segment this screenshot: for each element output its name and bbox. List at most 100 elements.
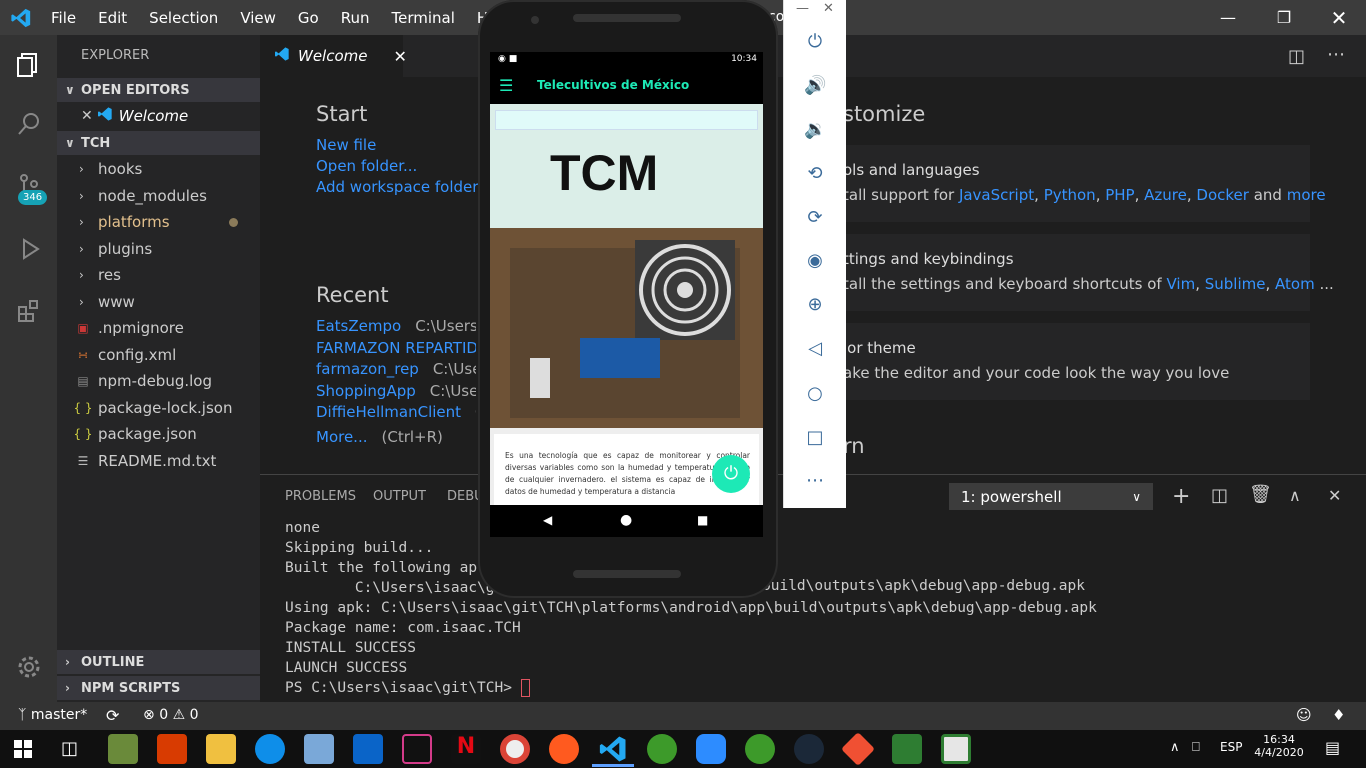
explorer-icon[interactable] [0,35,57,93]
tree-item-file[interactable]: { } package.json [57,421,260,447]
chart-app-taskbar-icon[interactable] [892,734,922,764]
home-nav-icon[interactable]: ● [620,512,632,528]
color-theme-card[interactable]: lor theme ake the editor and your code l… [834,323,1310,400]
task-view-icon[interactable]: ◫ [61,738,78,759]
close-panel-icon[interactable]: ✕ [1328,486,1341,505]
tree-item-folder[interactable]: › res [57,262,260,288]
sync-icon[interactable]: ⟳ [106,706,119,725]
zoom-taskbar-icon[interactable] [696,734,726,764]
new-file-link[interactable]: New file [316,136,376,154]
settings-gear-icon[interactable] [0,638,57,696]
php-link[interactable]: PHP [1105,186,1134,204]
new-terminal-icon[interactable]: + [1172,484,1190,509]
hamburger-menu-icon[interactable]: ☰ [499,76,513,95]
home-icon[interactable]: ○ [804,383,826,405]
app-window-taskbar-icon[interactable] [941,734,971,764]
spring-taskbar-icon[interactable] [745,734,775,764]
recent-project-link[interactable]: farmazon_rep [316,360,419,378]
menu-view[interactable]: View [229,9,287,27]
menu-file[interactable]: File [40,9,87,27]
volume-up-icon[interactable]: 🔊 [804,75,826,97]
emulator-minimize-icon[interactable]: — [796,1,809,16]
menu-go[interactable]: Go [287,9,330,27]
menu-run[interactable]: Run [330,9,381,27]
menu-edit[interactable]: Edit [87,9,138,27]
vscode-taskbar-icon[interactable] [598,734,628,764]
outline-header[interactable]: › OUTLINE [57,650,260,674]
action-center-icon[interactable]: ▤ [1325,738,1340,757]
tree-item-file[interactable]: ∺ config.xml [57,342,260,368]
zoom-icon[interactable]: ⊕ [804,294,826,316]
recents-nav-icon[interactable]: ■ [697,513,708,527]
project-header[interactable]: ∨ TCH [57,131,260,155]
docker-link[interactable]: Docker [1196,186,1249,204]
tree-item-folder[interactable]: › node_modules [57,183,260,209]
close-tab-icon[interactable]: ✕ [394,47,407,66]
emulator-close-icon[interactable]: ✕ [823,1,834,16]
windows-start-icon[interactable] [14,740,32,758]
open-editor-item[interactable]: ✕ Welcome [57,103,260,129]
tree-item-file[interactable]: ▤ npm-debug.log [57,368,260,394]
recent-project-link[interactable]: DiffieHellmanClient [316,403,461,421]
power-icon[interactable]: ⏻ [804,31,826,53]
close-window-button[interactable]: ✕ [1316,0,1362,35]
maximize-button[interactable]: ❐ [1261,0,1307,35]
tree-item-folder[interactable]: › hooks [57,156,260,182]
more-actions-icon[interactable]: ⋯ [1327,44,1345,65]
recent-project-link[interactable]: EatsZempo [316,317,401,335]
add-workspace-folder-link[interactable]: Add workspace folder... [316,178,491,196]
search-icon[interactable] [0,95,57,153]
sublime-link[interactable]: Sublime [1205,275,1266,293]
mongodb-taskbar-icon[interactable] [647,734,677,764]
recent-project-link[interactable]: FARMAZON REPARTIDO [316,339,476,357]
azure-link[interactable]: Azure [1144,186,1187,204]
problems-indicator[interactable]: ⊗ 0 ⚠ 0 [143,707,199,723]
more-languages-link[interactable]: more [1287,186,1326,204]
tree-item-folder[interactable]: › platforms [57,209,260,235]
rotate-left-icon[interactable]: ⟲ [804,163,826,185]
tree-item-folder[interactable]: › plugins [57,236,260,262]
open-editors-header[interactable]: ∨ OPEN EDITORS [57,78,260,102]
python-link[interactable]: Python [1044,186,1096,204]
menu-terminal[interactable]: Terminal [381,9,466,27]
terminal-select[interactable]: 1: powershell ∨ [949,483,1153,510]
file-explorer-taskbar-icon[interactable] [206,734,236,764]
clock[interactable]: 16:34 4/4/2020 [1254,733,1304,759]
back-icon[interactable]: ◁ [804,338,826,360]
chrome-taskbar-icon[interactable] [500,734,530,764]
recent-project-link[interactable]: ShoppingApp [316,382,416,400]
store-taskbar-icon[interactable] [157,734,187,764]
camera-icon[interactable]: ◉ [804,250,826,272]
npm-scripts-header[interactable]: › NPM SCRIPTS [57,676,260,700]
power-fab-icon[interactable]: ⏻ [712,455,750,493]
postman-taskbar-icon[interactable] [549,734,579,764]
branch-indicator[interactable]: ᛉ master* [18,707,87,723]
split-terminal-icon[interactable]: ◫ [1211,485,1228,506]
virtualbox-taskbar-icon[interactable] [304,734,334,764]
steam-taskbar-icon[interactable] [794,734,824,764]
trash-icon[interactable]: 🗑 [1249,484,1272,505]
language-indicator[interactable]: ESP [1220,740,1242,754]
atom-link[interactable]: Atom [1275,275,1315,293]
feedback-icon[interactable]: ☺ [1296,706,1312,724]
vim-link[interactable]: Vim [1166,275,1195,293]
network-icon[interactable]: ⎕ [1192,740,1200,755]
open-folder-link[interactable]: Open folder... [316,157,417,175]
maximize-panel-icon[interactable]: ∧ [1289,486,1301,505]
android-studio-taskbar-icon[interactable] [108,734,138,764]
menu-selection[interactable]: Selection [138,9,229,27]
javascript-link[interactable]: JavaScript [959,186,1034,204]
tree-item-folder[interactable]: › www [57,289,260,315]
notifications-bell-icon[interactable]: ♦ [1332,706,1345,724]
teamviewer-taskbar-icon[interactable] [255,734,285,764]
tab-output[interactable]: OUTPUT [373,489,426,504]
settings-keybindings-card[interactable]: ttings and keybindings tall the settings… [834,234,1334,311]
volume-down-icon[interactable]: 🔉 [804,119,826,141]
tree-item-file[interactable]: ☰ README.md.txt [57,448,260,474]
tree-item-file[interactable]: { } package-lock.json [57,395,260,421]
close-icon[interactable]: ✕ [81,108,93,124]
more-icon[interactable]: ⋯ [804,470,826,492]
split-editor-icon[interactable]: ◫ [1288,46,1305,67]
tab-welcome[interactable]: Welcome ✕ [260,35,407,77]
source-control-icon[interactable] [0,157,57,215]
